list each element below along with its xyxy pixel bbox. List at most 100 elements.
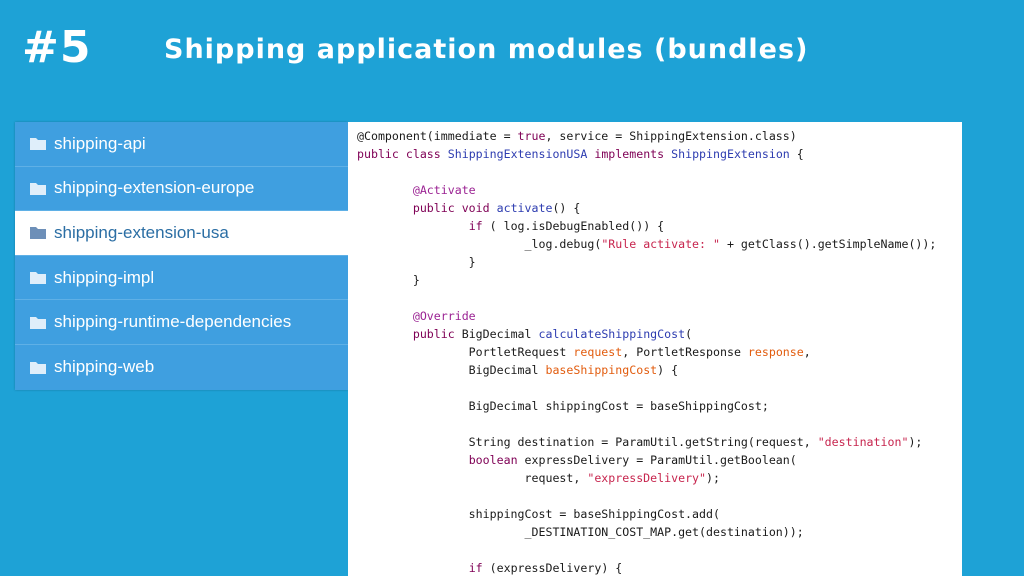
code-token: (expressDelivery) { xyxy=(482,561,623,575)
code-line: String destination = ParamUtil.getString… xyxy=(348,433,962,451)
code-token: @Component(immediate = xyxy=(357,129,518,143)
tree-item-shipping-api[interactable]: shipping-api xyxy=(15,122,348,167)
code-token: } xyxy=(357,273,420,287)
code-token: "Rule activate: " xyxy=(601,237,720,251)
tree-item-shipping-impl[interactable]: shipping-impl xyxy=(15,256,348,301)
tree-item-label: shipping-runtime-dependencies xyxy=(54,312,292,332)
code-line: if ( log.isDebugEnabled()) { xyxy=(348,217,962,235)
folder-icon xyxy=(29,136,47,151)
code-token: { xyxy=(789,147,804,161)
tree-item-label: shipping-api xyxy=(54,133,146,153)
code-line: shippingCost = baseShippingCost.add( xyxy=(348,505,962,523)
code-token: String destination = ParamUtil.getString… xyxy=(357,435,818,449)
code-token: ( log.isDebugEnabled()) { xyxy=(482,219,665,233)
tree-item-shipping-extension-usa[interactable]: shipping-extension-usa xyxy=(15,211,348,256)
code-token: public void xyxy=(412,201,497,215)
code-line: @Override xyxy=(348,307,962,325)
code-editor: @Component(immediate = true, service = S… xyxy=(348,122,962,576)
code-token: expressDelivery = ParamUtil.getBoolean( xyxy=(524,453,797,467)
slide-title: Shipping application modules (bundles) xyxy=(164,34,809,65)
code-token: response xyxy=(747,345,804,359)
code-line: @Activate xyxy=(348,181,962,199)
code-line: public class ShippingExtensionUSA implem… xyxy=(348,145,962,163)
code-line: request, "expressDelivery"); xyxy=(348,469,962,487)
code-token: ) { xyxy=(657,363,679,377)
folder-icon xyxy=(29,181,47,196)
code-line: PortletRequest request, PortletResponse … xyxy=(348,343,962,361)
code-token: implements xyxy=(594,147,672,161)
code-token: "destination" xyxy=(817,435,909,449)
code-token: , PortletResponse xyxy=(622,345,748,359)
tree-item-shipping-web[interactable]: shipping-web xyxy=(15,345,348,390)
code-token: public class xyxy=(357,147,448,161)
code-line: } xyxy=(348,253,962,271)
tree-item-shipping-runtime-dependencies[interactable]: shipping-runtime-dependencies xyxy=(15,300,348,345)
code-token: ); xyxy=(706,471,720,485)
code-token: ShippingExtension xyxy=(671,147,790,161)
code-lines: @Component(immediate = true, service = S… xyxy=(348,122,962,576)
code-line: public BigDecimal calculateShippingCost( xyxy=(348,325,962,343)
folder-icon xyxy=(29,315,47,330)
tree-item-label: shipping-extension-usa xyxy=(54,222,229,242)
code-line: BigDecimal shippingCost = baseShippingCo… xyxy=(348,397,962,415)
code-token: _DESTINATION_COST_MAP.get(destination)); xyxy=(357,525,804,539)
folder-icon xyxy=(29,360,47,375)
slide-number: #5 xyxy=(22,22,92,73)
code-token: BigDecimal xyxy=(461,327,539,341)
code-line: public void activate() { xyxy=(348,199,962,217)
code-token: "expressDelivery" xyxy=(587,471,707,485)
code-token: boolean xyxy=(468,453,525,467)
code-token: BigDecimal shippingCost = baseShippingCo… xyxy=(357,399,769,413)
code-token: ShippingExtensionUSA xyxy=(447,147,595,161)
folder-icon xyxy=(29,225,47,240)
code-token: @Override xyxy=(412,309,476,323)
code-token: baseShippingCost xyxy=(545,363,658,377)
code-token: true xyxy=(517,129,546,143)
code-token: () { xyxy=(552,201,581,215)
code-line: } xyxy=(348,271,962,289)
code-line: _DESTINATION_COST_MAP.get(destination)); xyxy=(348,523,962,541)
code-token: ( xyxy=(685,327,693,341)
code-token: request, xyxy=(357,471,588,485)
code-line: if (expressDelivery) { xyxy=(348,559,962,576)
tree-item-label: shipping-extension-europe xyxy=(54,178,255,198)
code-token: if xyxy=(468,219,483,233)
code-token: } xyxy=(357,255,476,269)
code-token: , service = ShippingExtension.class) xyxy=(545,129,797,143)
code-line: @Component(immediate = true, service = S… xyxy=(348,127,962,145)
code-token: ); xyxy=(908,435,923,449)
code-token: public xyxy=(412,327,462,341)
code-token: _log.debug( xyxy=(357,237,602,251)
code-token: if xyxy=(468,561,483,575)
code-token: @Activate xyxy=(412,183,476,197)
code-token: BigDecimal xyxy=(357,363,546,377)
tree-item-label: shipping-impl xyxy=(54,267,155,287)
folder-icon xyxy=(29,270,47,285)
code-token: request xyxy=(573,345,623,359)
code-token: , xyxy=(803,345,811,359)
code-line: boolean expressDelivery = ParamUtil.getB… xyxy=(348,451,962,469)
code-token: activate xyxy=(496,201,553,215)
code-token: PortletRequest xyxy=(357,345,574,359)
code-token: shippingCost = baseShippingCost.add( xyxy=(357,507,720,521)
tree-item-label: shipping-web xyxy=(54,357,155,377)
tree-item-shipping-extension-europe[interactable]: shipping-extension-europe xyxy=(15,167,348,212)
module-tree: shipping-api shipping-extension-europe shi… xyxy=(15,122,348,390)
code-token: calculateShippingCost xyxy=(538,327,686,341)
code-line: _log.debug("Rule activate: " + getClass(… xyxy=(348,235,962,253)
code-token: + getClass().getSimpleName()); xyxy=(719,237,937,251)
code-line: BigDecimal baseShippingCost) { xyxy=(348,361,962,379)
